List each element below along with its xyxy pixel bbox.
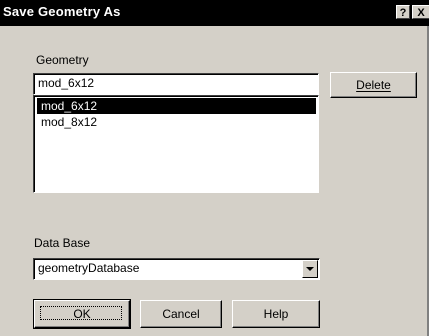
geometry-label: Geometry (36, 53, 89, 67)
focus-rectangle (40, 306, 122, 320)
close-icon[interactable]: X (412, 5, 429, 19)
delete-button-label: Delete (356, 78, 391, 92)
ok-button[interactable]: OK (33, 299, 131, 329)
cancel-button-label: Cancel (162, 307, 200, 321)
help-icon[interactable]: ? (396, 5, 410, 19)
help-button-label: Help (263, 307, 289, 321)
database-dropdown[interactable]: geometryDatabase (33, 258, 320, 280)
help-button[interactable]: Help (232, 300, 320, 328)
database-selected-value: geometryDatabase (38, 261, 140, 275)
delete-button[interactable]: Delete (330, 72, 417, 98)
title-bar[interactable]: Save Geometry As ? X (0, 0, 429, 26)
geometry-list[interactable]: mod_6x12 mod_8x12 (33, 95, 319, 193)
dropdown-arrow-icon[interactable] (302, 260, 318, 278)
cancel-button[interactable]: Cancel (140, 300, 222, 328)
database-label: Data Base (34, 236, 91, 250)
list-item[interactable]: mod_6x12 (37, 98, 316, 114)
window-title: Save Geometry As (3, 4, 121, 19)
list-item[interactable]: mod_8x12 (37, 114, 316, 130)
geometry-name-input[interactable]: mod_6x12 (33, 73, 319, 95)
save-geometry-dialog: Save Geometry As ? X Geometry mod_6x12 m… (0, 0, 429, 336)
